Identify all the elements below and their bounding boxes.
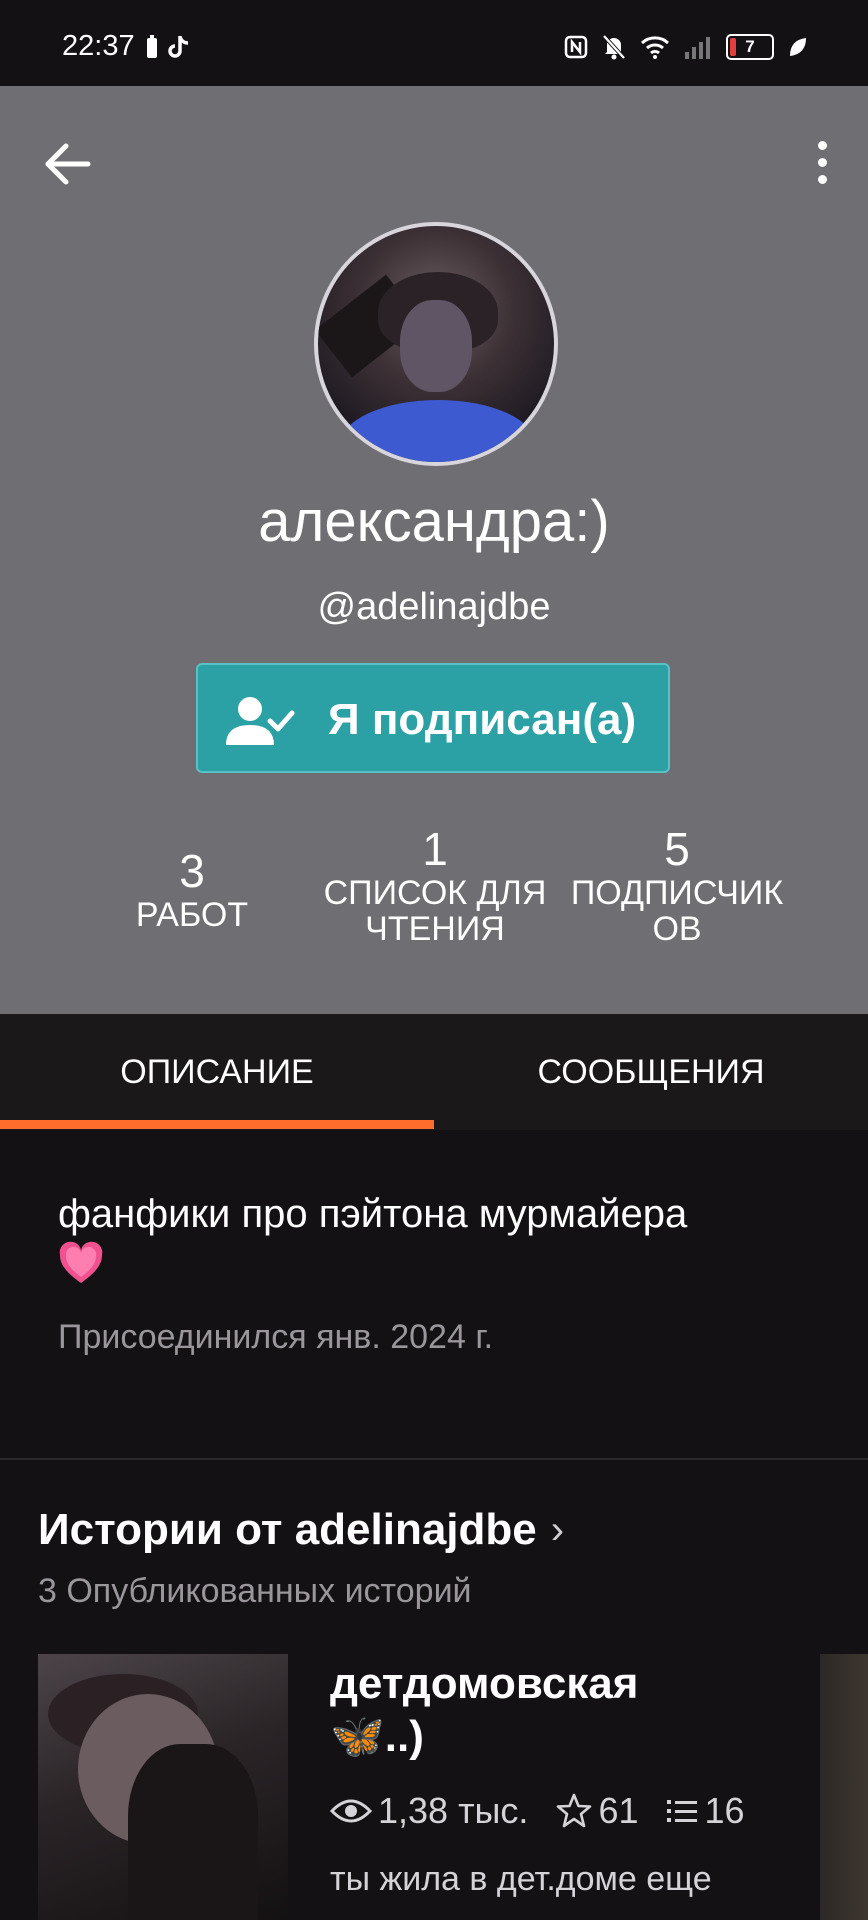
chevron-right-icon: › xyxy=(550,1507,565,1552)
stat-reading-lists[interactable]: 1 СПИСОК ДЛЯ ЧТЕНИЯ xyxy=(310,822,560,947)
back-button[interactable] xyxy=(40,136,96,192)
active-tab-indicator xyxy=(0,1120,434,1129)
story-votes: 61 xyxy=(598,1790,639,1831)
wifi-icon xyxy=(640,36,670,59)
more-options-button[interactable] xyxy=(802,132,842,192)
arrow-left-icon xyxy=(45,143,91,185)
profile-header: александра:) @adelinajdbe Я подписан(а) … xyxy=(0,86,868,1014)
story-reads: 1,38 тыс. xyxy=(378,1790,529,1831)
story-parts: 16 xyxy=(704,1790,745,1831)
story-excerpt: ты жила в дет.доме еще xyxy=(330,1860,712,1898)
next-story-cover[interactable] xyxy=(820,1654,868,1920)
status-time: 22:37 xyxy=(62,30,135,62)
stat-works[interactable]: 3 РАБОТ xyxy=(112,844,272,934)
story-title[interactable]: детдомовская 🦋..) xyxy=(330,1658,730,1764)
battery-saver-icon xyxy=(147,35,157,58)
status-bar: 22:37 7 xyxy=(0,0,868,86)
stories-section-title[interactable]: Истории от adelinajdbe › xyxy=(38,1505,564,1555)
story-stats: 1,38 тыс. 61 16 xyxy=(330,1790,773,1832)
star-icon xyxy=(557,1793,592,1828)
display-name: александра:) xyxy=(258,489,610,554)
following-button-label: Я подписан(а) xyxy=(328,695,637,744)
more-vert-icon xyxy=(817,140,827,150)
mute-icon xyxy=(602,34,626,60)
avatar[interactable] xyxy=(314,222,558,466)
stat-followers[interactable]: 5 ПОДПИСЧИКОВ xyxy=(564,822,790,947)
following-button[interactable]: Я подписан(а) xyxy=(196,663,670,773)
profile-description: фанфики про пэйтона мурмайера xyxy=(58,1190,818,1287)
signal-icon xyxy=(685,37,710,59)
username: @adelinajdbe xyxy=(317,586,551,628)
divider xyxy=(0,1458,868,1460)
leaf-icon xyxy=(790,38,806,56)
tiktok-icon xyxy=(168,36,189,58)
tab-description[interactable]: ОПИСАНИЕ xyxy=(0,1014,434,1130)
battery-indicator: 7 xyxy=(726,34,774,60)
tab-messages[interactable]: СООБЩЕНИЯ xyxy=(434,1014,868,1130)
story-cover[interactable] xyxy=(38,1654,288,1920)
user-check-icon xyxy=(226,697,295,745)
joined-date: Присоединился янв. 2024 г. xyxy=(58,1318,494,1356)
list-icon xyxy=(667,1800,698,1822)
eye-icon xyxy=(330,1799,372,1823)
stories-count: 3 Опубликованных историй xyxy=(38,1572,472,1610)
heart-emoji-icon xyxy=(59,1242,103,1284)
profile-tabs: ОПИСАНИЕ СООБЩЕНИЯ xyxy=(0,1014,868,1130)
nfc-icon xyxy=(564,35,588,59)
